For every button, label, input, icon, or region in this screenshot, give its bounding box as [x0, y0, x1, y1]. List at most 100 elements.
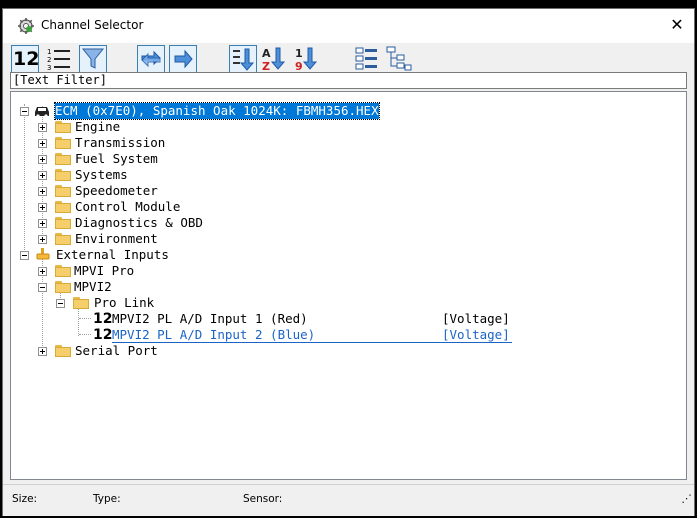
tree-group-systems[interactable]: Systems: [11, 167, 311, 183]
back-button[interactable]: [137, 45, 165, 73]
tree-group-label: Fuel System: [75, 151, 158, 166]
expand-tree-icon: [355, 47, 377, 70]
sort-alpha-icon: A Z: [262, 47, 286, 73]
tree-group-control-module[interactable]: Control Module: [11, 199, 311, 215]
folder-icon: [55, 185, 71, 197]
sort-list-icon: [233, 48, 255, 71]
folder-icon: [55, 233, 71, 245]
text-filter-input[interactable]: [Text Filter]: [10, 72, 687, 89]
expand-toggle[interactable]: [38, 139, 47, 148]
expand-toggle[interactable]: [38, 187, 47, 196]
status-type-label: Type:: [93, 493, 121, 505]
tree-serial-port[interactable]: Serial Port: [11, 343, 311, 359]
numeric-view-button[interactable]: 12: [11, 45, 39, 73]
close-icon: ✕: [670, 15, 684, 34]
tree-group-transmission[interactable]: Transmission: [11, 135, 311, 151]
expand-toggle[interactable]: [38, 123, 47, 132]
folder-icon: [55, 137, 71, 149]
tree-group-label: Diagnostics & OBD: [75, 215, 203, 230]
list-view-button[interactable]: 1 2 3: [45, 45, 73, 73]
numeric-icon: 12: [13, 48, 40, 70]
tree-pro-link-label: Pro Link: [94, 295, 155, 310]
tree-pro-link[interactable]: Pro Link: [11, 295, 311, 311]
collapse-toggle[interactable]: [20, 107, 29, 116]
channel-row[interactable]: 12 MPVI2 PL A/D Input 1 (Red) [Voltage]: [11, 311, 531, 327]
channel-name: MPVI2 PL A/D Input 1 (Red): [112, 311, 308, 326]
status-size-label: Size:: [12, 493, 38, 505]
tree-mpvi2-label: MPVI2: [74, 279, 112, 294]
expand-all-button[interactable]: [353, 45, 381, 73]
channel-selector-window: Channel Selector ✕ 12 1 2 3 A Z 1 9 [Tex…: [0, 0, 697, 518]
expand-toggle[interactable]: [38, 203, 47, 212]
svg-text:2: 2: [47, 56, 51, 64]
channel-type: [Voltage]: [442, 327, 510, 342]
numbered-list-icon: 1 2 3: [47, 48, 70, 72]
tree-mpvi-pro[interactable]: MPVI Pro: [11, 263, 311, 279]
sort-default-button[interactable]: [229, 45, 257, 73]
expand-toggle[interactable]: [38, 267, 47, 276]
expand-toggle[interactable]: [38, 219, 47, 228]
numeric-channel-icon: 12: [93, 327, 113, 343]
tree-group-fuel-system[interactable]: Fuel System: [11, 151, 311, 167]
tree-group-label: Speedometer: [75, 183, 158, 198]
filter-button[interactable]: [79, 45, 107, 73]
collapse-toggle[interactable]: [20, 251, 29, 260]
numeric-channel-icon: 12: [93, 311, 113, 327]
folder-icon: [55, 217, 71, 229]
window-client: Channel Selector ✕ 12 1 2 3 A Z 1 9 [Tex…: [2, 8, 695, 516]
vehicle-icon: [35, 107, 49, 118]
folder-icon: [55, 345, 71, 357]
forward-button[interactable]: [169, 45, 197, 73]
filter-funnel-icon: [81, 48, 105, 69]
tree-group-label: Environment: [75, 231, 158, 246]
folder-icon: [55, 169, 71, 181]
tree-root-label: ECM (0x7E0), Spanish Oak 1024K: FBMH356.…: [54, 102, 380, 120]
tree-serial-label: Serial Port: [75, 343, 158, 358]
collapse-tree-icon: [386, 46, 412, 71]
folder-icon: [55, 201, 71, 213]
tree-mpvi2[interactable]: MPVI2: [11, 279, 311, 295]
tree-mpvi-pro-label: MPVI Pro: [74, 263, 135, 278]
title-bar: Channel Selector ✕: [3, 9, 694, 43]
channel-name: MPVI2 PL A/D Input 2 (Blue): [112, 327, 316, 342]
collapse-toggle[interactable]: [56, 299, 65, 308]
app-gear-icon: [18, 18, 34, 34]
channel-type: [Voltage]: [442, 311, 510, 326]
folder-open-icon: [55, 281, 71, 293]
tree-group-label: Systems: [75, 167, 128, 182]
channel-row-highlighted[interactable]: 12 MPVI2 PL A/D Input 2 (Blue) [Voltage]: [11, 327, 531, 343]
close-button[interactable]: ✕: [660, 9, 694, 41]
sort-1-text: 1: [295, 47, 303, 60]
expand-toggle[interactable]: [38, 347, 47, 356]
sort-numeric-icon: 1 9: [295, 47, 318, 73]
tree-group-engine[interactable]: Engine: [11, 119, 311, 135]
sort-a-text: A: [262, 47, 271, 60]
expand-toggle[interactable]: [38, 155, 47, 164]
expand-toggle[interactable]: [38, 235, 47, 244]
plug-icon: [36, 248, 50, 260]
tree-external-inputs[interactable]: External Inputs: [11, 247, 311, 263]
folder-icon: [55, 153, 71, 165]
status-sensor-label: Sensor:: [243, 493, 283, 505]
resize-grip-icon[interactable]: ⋰: [682, 493, 693, 514]
status-bar: Size: Type: Sensor: ⋰: [3, 484, 694, 516]
arrow-right-icon: [174, 49, 193, 69]
folder-icon: [55, 265, 71, 277]
sort-alpha-button[interactable]: A Z: [261, 45, 289, 73]
collapse-toggle[interactable]: [38, 283, 47, 292]
collapse-all-button[interactable]: [385, 45, 413, 73]
svg-text:1: 1: [47, 48, 51, 56]
folder-icon: [55, 121, 71, 133]
tree-group-environment[interactable]: Environment: [11, 231, 311, 247]
window-title: Channel Selector: [41, 18, 144, 32]
tree-external-label: External Inputs: [56, 247, 169, 262]
svg-text:3: 3: [47, 64, 51, 72]
tree-group-speedometer[interactable]: Speedometer: [11, 183, 311, 199]
expand-toggle[interactable]: [38, 171, 47, 180]
folder-open-icon: [73, 297, 89, 309]
tree-group-label: Engine: [75, 119, 121, 134]
tree-group-diagnostics[interactable]: Diagnostics & OBD: [11, 215, 311, 231]
tree-root-ecm[interactable]: ECM (0x7E0), Spanish Oak 1024K: FBMH356.…: [11, 102, 686, 120]
channel-tree[interactable]: ECM (0x7E0), Spanish Oak 1024K: FBMH356.…: [10, 91, 687, 480]
sort-numeric-button[interactable]: 1 9: [293, 45, 321, 73]
